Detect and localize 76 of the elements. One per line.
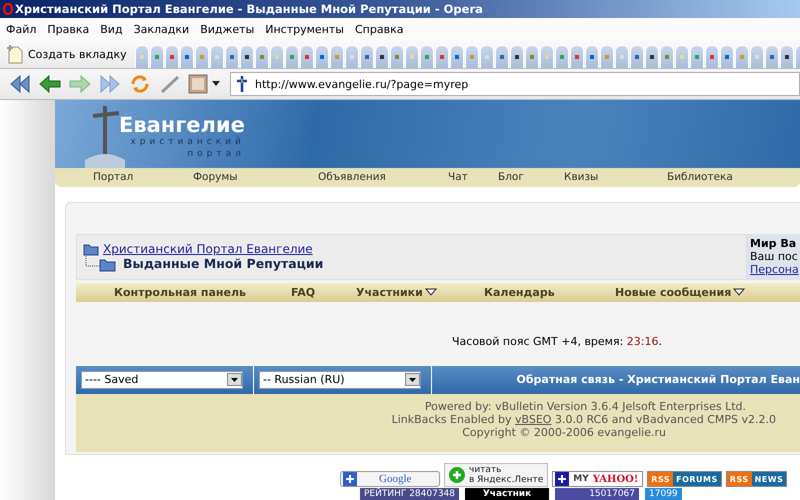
nav-link[interactable]: Квизы — [564, 171, 667, 184]
browser-tab[interactable] — [360, 45, 374, 68]
folder-icon — [83, 242, 99, 256]
rss-badge[interactable]: RSS NEWS — [726, 471, 788, 487]
nav-link[interactable]: FAQ — [291, 286, 356, 299]
plus-icon — [343, 472, 357, 486]
google-badge[interactable]: Google — [340, 471, 440, 487]
menu-item[interactable]: Правка — [43, 22, 96, 36]
breadcrumb-link[interactable]: Христианский Портал Евангелие — [103, 242, 313, 256]
caret-icon[interactable] — [212, 81, 220, 87]
menu-item[interactable]: Инструменты — [261, 22, 351, 36]
counter-badge[interactable]: 17099 — [645, 488, 682, 500]
logo-tagline: портал — [187, 148, 245, 160]
nav-link[interactable]: Библиотека — [667, 171, 733, 184]
browser-tab[interactable] — [720, 45, 734, 68]
greeting-text: Мир Ва — [750, 236, 798, 250]
profile-link[interactable]: Персона — [750, 262, 799, 276]
menu-item[interactable]: Файл — [2, 22, 44, 36]
copyright-text: Copyright © 2000-2006 evangelie.ru — [462, 426, 666, 439]
browser-tab[interactable] — [240, 45, 254, 68]
new-tab-button[interactable]: Создать вкладку — [0, 42, 131, 68]
counter-badge[interactable]: РЕЙТИНГ 28407348 — [360, 488, 460, 500]
pen-icon[interactable] — [158, 73, 182, 95]
browser-tab[interactable] — [764, 45, 779, 68]
rss-badge[interactable]: RSS FORUMS — [647, 471, 722, 487]
fast-forward-icon[interactable] — [98, 73, 122, 95]
nav-link[interactable]: Календарь — [484, 286, 615, 299]
nav-link[interactable]: Форумы — [193, 171, 318, 184]
vbseo-link[interactable]: vBSEO — [515, 412, 552, 426]
yandex-badge[interactable]: читать в Яндекс.Ленте — [444, 463, 548, 487]
nav-link[interactable]: Новые сообщения — [615, 286, 746, 299]
back-arrow-icon[interactable] — [38, 73, 62, 95]
nav-link[interactable]: Объявления — [318, 171, 448, 184]
timezone-text: Часовой пояс GMT +4, время: 23:16. — [451, 334, 663, 350]
logo-tagline: христианский — [130, 136, 245, 148]
browser-tab[interactable] — [644, 45, 659, 68]
forward-arrow-icon[interactable] — [68, 73, 92, 95]
contact-link[interactable]: Обратная связь - Христианский Портал Еван — [516, 373, 800, 386]
cross-icon — [235, 75, 249, 93]
menu-item[interactable]: Закладки — [130, 22, 196, 36]
browser-tab[interactable] — [584, 45, 599, 68]
welcome-text: Ваш пос — [750, 250, 799, 263]
menu-item[interactable]: Виджеты — [196, 22, 262, 36]
logo-title: Евангелие — [119, 114, 245, 136]
powered-by-text: Powered by: vBulletin Version 3.6.4 Jelsoft Enterprises Ltd. — [424, 400, 746, 413]
browser-tab[interactable] — [224, 45, 239, 68]
nav-link[interactable]: Участники — [356, 286, 484, 299]
browser-tab[interactable] — [780, 45, 794, 68]
browser-tab[interactable] — [630, 45, 644, 68]
counter-badge[interactable]: Участник — [465, 488, 550, 500]
thumbnail-icon[interactable] — [188, 74, 208, 94]
browser-tab[interactable] — [314, 45, 329, 68]
page-plus-icon — [6, 44, 24, 64]
style-select[interactable]: ---- Saved — [81, 370, 243, 389]
page-heading: Выданные Мной Репутации — [123, 256, 324, 272]
menu-item[interactable]: Вид — [96, 22, 130, 36]
nav-link[interactable]: Портал — [93, 171, 193, 184]
opera-o-icon — [3, 3, 13, 15]
nav-link[interactable]: Чат — [448, 171, 498, 184]
address-field[interactable]: http://www.evangelie.ru/?page=myrep — [230, 72, 800, 96]
yahoo-badge[interactable]: MY YAHOO! — [552, 471, 644, 487]
browser-tab[interactable] — [494, 45, 509, 68]
nav-link[interactable]: Блог — [498, 171, 564, 184]
nav-link[interactable]: Контрольная панель — [114, 286, 291, 299]
rewind-icon[interactable] — [8, 73, 32, 95]
browser-tab[interactable] — [510, 45, 524, 68]
plus-icon — [449, 467, 465, 483]
menu-item[interactable]: Справка — [350, 22, 410, 36]
plus-icon — [555, 472, 570, 486]
browser-tab[interactable] — [450, 45, 464, 68]
linkbacks-text: LinkBacks Enabled by vBSEO 3.0.0 RC6 and vBadvanced CMPS v2.2.0 — [392, 412, 776, 426]
browser-tab[interactable] — [374, 45, 389, 68]
window-title: Христианский Портал Евангелие - Выданные Мной Репутации - Opera — [15, 2, 483, 16]
browser-tab[interactable] — [180, 45, 194, 68]
counter-badge[interactable]: 15017067 — [555, 488, 640, 500]
language-select[interactable]: -- Russian (RU) — [259, 370, 421, 389]
